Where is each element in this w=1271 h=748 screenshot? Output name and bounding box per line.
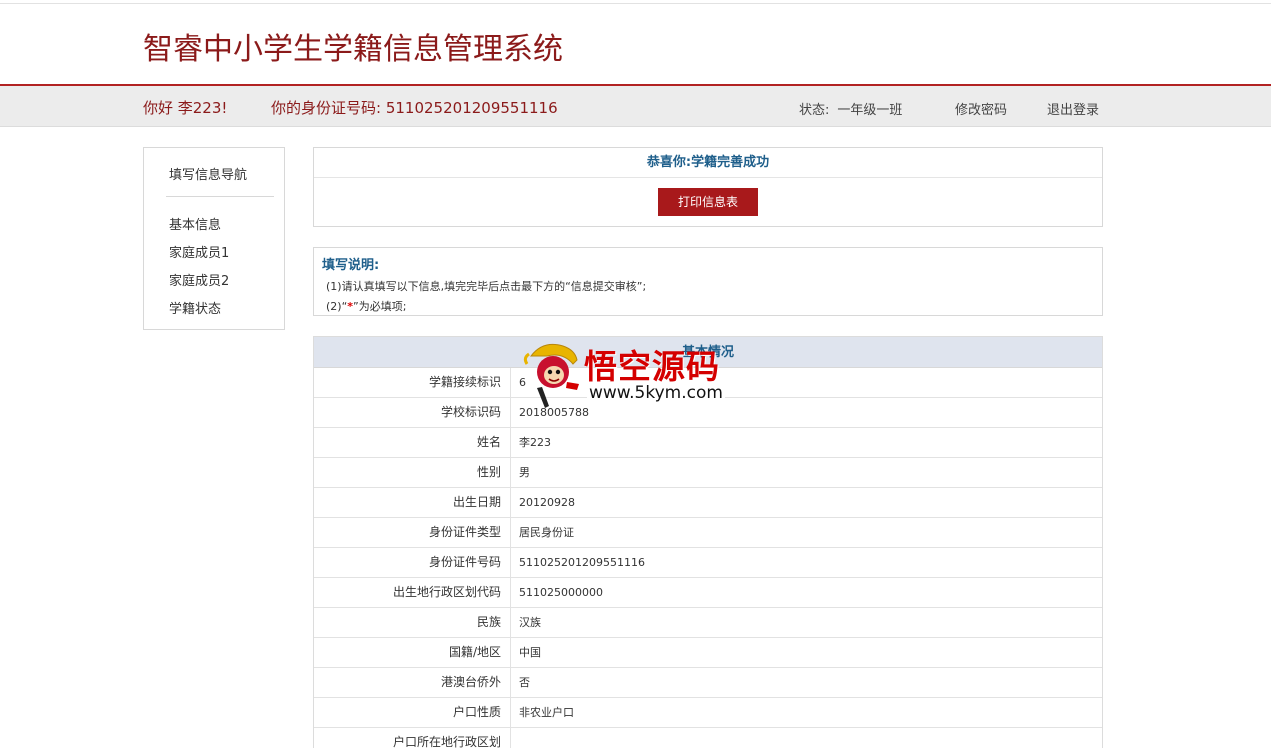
sidebar-title: 填写信息导航 bbox=[169, 168, 248, 183]
row-value: 否 bbox=[519, 676, 530, 689]
table-row: 出生日期 20120928 bbox=[314, 488, 1102, 518]
user-bar: 你好 李223! 你的身份证号码: 511025201209551116 状态:… bbox=[0, 84, 1271, 127]
status-label: 状态: bbox=[799, 103, 830, 118]
sidebar-nav: 填写信息导航 基本信息 家庭成员1 家庭成员2 学籍状态 bbox=[143, 147, 285, 330]
row-value: 李223 bbox=[519, 436, 551, 449]
row-value: 非农业户口 bbox=[519, 706, 574, 719]
table-row: 身份证件类型 居民身份证 bbox=[314, 518, 1102, 548]
row-value: 居民身份证 bbox=[519, 526, 574, 539]
success-panel: 恭喜你:学籍完善成功 打印信息表 bbox=[313, 147, 1103, 227]
row-label: 港澳台侨外 bbox=[314, 668, 511, 697]
sidebar-item-family-member-1[interactable]: 家庭成员1 bbox=[169, 242, 229, 261]
sidebar-item-family-member-2[interactable]: 家庭成员2 bbox=[169, 270, 229, 289]
instruction-line-2: (2)“*”为必填项; bbox=[326, 298, 406, 314]
row-label: 国籍/地区 bbox=[314, 638, 511, 667]
row-label: 姓名 bbox=[314, 428, 511, 457]
row-label: 民族 bbox=[314, 608, 511, 637]
row-label: 学籍接续标识 bbox=[314, 368, 511, 397]
table-row: 民族 汉族 bbox=[314, 608, 1102, 638]
success-message: 恭喜你:学籍完善成功 bbox=[314, 148, 1102, 178]
change-password-link[interactable]: 修改密码 bbox=[955, 99, 1007, 118]
row-label: 户口所在地行政区划 bbox=[314, 728, 511, 748]
id-number-display: 你的身份证号码: 511025201209551116 bbox=[271, 97, 558, 118]
table-row: 身份证件号码 511025201209551116 bbox=[314, 548, 1102, 578]
instruction-line-2-prefix: (2)“ bbox=[326, 300, 348, 313]
print-button[interactable]: 打印信息表 bbox=[658, 188, 758, 216]
table-row: 户口性质 非农业户口 bbox=[314, 698, 1102, 728]
logout-link[interactable]: 退出登录 bbox=[1047, 99, 1099, 118]
row-label: 出生地行政区划代码 bbox=[314, 578, 511, 607]
instructions-title: 填写说明: bbox=[322, 258, 380, 273]
greeting: 你好 李223! bbox=[143, 99, 228, 117]
table-row: 户口所在地行政区划 bbox=[314, 728, 1102, 748]
row-label: 性别 bbox=[314, 458, 511, 487]
watermark-logo: 悟空源码 www.5kym.com bbox=[523, 338, 748, 410]
instruction-line-2-suffix: ”为必填项; bbox=[353, 300, 407, 313]
instruction-line-1: (1)请认真填写以下信息,填完完毕后点击最下方的“信息提交审核”; bbox=[326, 280, 647, 293]
status-value: 一年级一班 bbox=[837, 103, 903, 118]
row-value: 511025201209551116 bbox=[519, 556, 645, 569]
row-label: 学校标识码 bbox=[314, 398, 511, 427]
row-label: 身份证件类型 bbox=[314, 518, 511, 547]
row-value: 男 bbox=[519, 466, 530, 479]
row-label: 户口性质 bbox=[314, 698, 511, 727]
monkey-king-icon bbox=[523, 343, 579, 408]
table-row: 性别男 bbox=[314, 458, 1102, 488]
brand-title: 智睿中小学生学籍信息管理系统 bbox=[143, 32, 563, 67]
sidebar-divider bbox=[166, 196, 274, 197]
status-display: 状态: 一年级一班 bbox=[799, 99, 902, 118]
row-value: 20120928 bbox=[519, 496, 575, 509]
id-label: 你的身份证号码: bbox=[271, 99, 382, 117]
table-row: 国籍/地区 中国 bbox=[314, 638, 1102, 668]
sidebar-item-basic-info[interactable]: 基本信息 bbox=[169, 214, 221, 233]
sidebar-item-enrollment-status[interactable]: 学籍状态 bbox=[169, 298, 221, 317]
top-divider bbox=[0, 3, 1271, 4]
row-value: 汉族 bbox=[519, 616, 541, 629]
table-row: 出生地行政区划代码 511025000000 bbox=[314, 578, 1102, 608]
instructions-panel: 填写说明: (1)请认真填写以下信息,填完完毕后点击最下方的“信息提交审核”; … bbox=[313, 247, 1103, 316]
id-value: 511025201209551116 bbox=[385, 99, 558, 117]
table-row: 姓名 李223 bbox=[314, 428, 1102, 458]
watermark-url: www.5kym.com bbox=[587, 383, 725, 403]
table-row: 港澳台侨外否 bbox=[314, 668, 1102, 698]
row-label: 身份证件号码 bbox=[314, 548, 511, 577]
watermark-text: 悟空源码 bbox=[584, 347, 720, 386]
row-value: 中国 bbox=[519, 646, 541, 659]
row-value: 511025000000 bbox=[519, 586, 603, 599]
row-label: 出生日期 bbox=[314, 488, 511, 517]
